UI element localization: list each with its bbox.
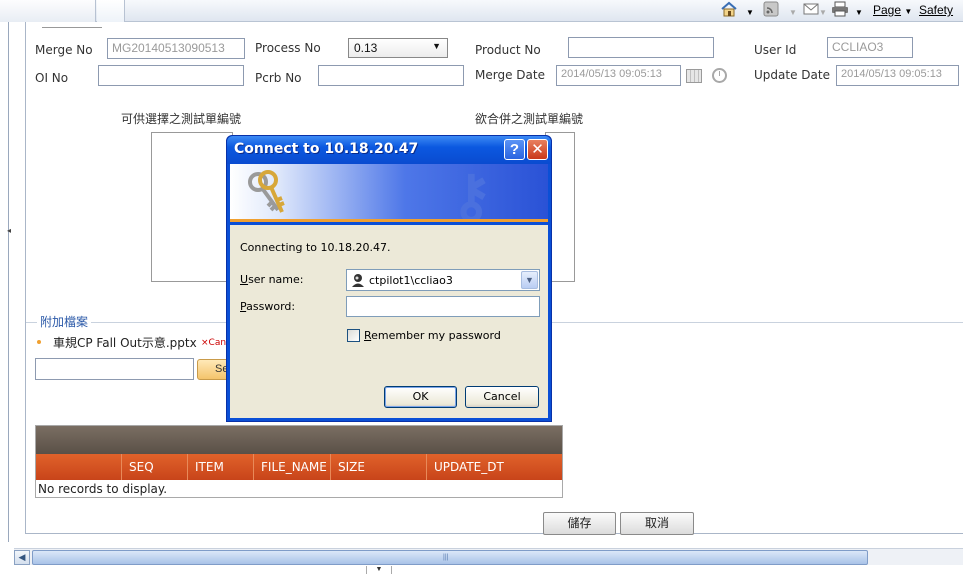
merge-date-field[interactable]: 2014/05/13 09:05:13 xyxy=(556,65,681,86)
page-menu-label: Page xyxy=(873,3,902,17)
dialog-title-bar[interactable]: Connect to 10.18.20.47 ? ✕ xyxy=(227,136,551,164)
attachments-title: 附加檔案 xyxy=(37,313,92,330)
collapse-handle-icon[interactable]: ◂ xyxy=(7,226,13,240)
mail-icon[interactable] xyxy=(803,1,819,19)
home-dropdown-icon[interactable]: ▼ xyxy=(746,4,754,22)
splitter-icon[interactable]: ▼ xyxy=(366,566,392,574)
available-list-label: 可供選擇之測試單編號 xyxy=(121,112,242,126)
scrollbar-thumb[interactable]: ||| xyxy=(32,550,868,565)
scroll-left-icon[interactable]: ◀ xyxy=(14,550,30,565)
pcrb-no-label: Pcrb No xyxy=(255,71,302,85)
col-header-size[interactable]: SIZE xyxy=(331,454,427,480)
merge-no-label: Merge No xyxy=(35,43,93,57)
process-no-label: Process No xyxy=(255,41,321,55)
process-no-value: 0.13 xyxy=(354,41,378,55)
clock-icon[interactable] xyxy=(712,68,727,83)
merge-date-label: Merge Date xyxy=(475,68,545,82)
col-header-update-dt[interactable]: UPDATE_DT xyxy=(427,454,562,480)
oi-no-field[interactable] xyxy=(98,65,244,86)
username-dropdown-icon[interactable]: ▼ xyxy=(521,271,538,289)
grid-empty-message: No records to display. xyxy=(38,482,168,496)
col-header-item[interactable]: ITEM xyxy=(188,454,254,480)
grid-column-headers: SEQ ITEM FILE_NAME SIZE UPDATE_DT xyxy=(36,454,562,480)
page-menu[interactable]: Page ▼ xyxy=(873,1,912,19)
grip-icon: ||| xyxy=(443,554,449,561)
fieldset-legend-remnant xyxy=(42,22,102,28)
username-combobox[interactable]: ctpilot1\ccliao3 ▼ xyxy=(346,269,540,291)
new-tab-button[interactable] xyxy=(97,0,125,22)
user-id-label: User Id xyxy=(754,43,797,57)
close-icon[interactable]: ✕ xyxy=(527,139,548,160)
dialog-banner: ⚷ xyxy=(230,164,548,222)
print-icon[interactable] xyxy=(831,1,849,19)
user-avatar-icon xyxy=(352,274,364,287)
bullet-icon xyxy=(37,340,41,344)
username-label: User name: xyxy=(240,273,304,286)
product-no-label: Product No xyxy=(475,43,541,57)
col-header-seq[interactable]: SEQ xyxy=(122,454,188,480)
process-no-select[interactable]: 0.13 ▼ xyxy=(348,38,448,58)
feeds-icon[interactable] xyxy=(763,1,779,19)
col-header-file-name[interactable]: FILE_NAME xyxy=(254,454,331,480)
merge-no-field[interactable]: MG20140513090513 xyxy=(107,38,245,59)
browser-tab[interactable] xyxy=(0,0,96,22)
dropdown-arrow-icon: ▼ xyxy=(432,41,441,51)
available-test-list[interactable] xyxy=(151,132,233,282)
safety-menu[interactable]: Safety ▼ xyxy=(919,1,963,34)
ok-button[interactable]: OK xyxy=(384,386,457,408)
connecting-message: Connecting to 10.18.20.47. xyxy=(240,241,391,254)
connect-dialog: Connect to 10.18.20.47 ? ✕ ⚷ Connecting … xyxy=(226,135,552,422)
home-icon[interactable] xyxy=(720,1,738,19)
keys-icon xyxy=(248,170,285,213)
mail-dropdown-icon[interactable]: ▼ xyxy=(819,4,827,22)
remember-password-label[interactable]: Remember my password xyxy=(364,329,501,342)
calendar-icon[interactable] xyxy=(686,69,702,83)
print-dropdown-icon[interactable]: ▼ xyxy=(855,4,863,22)
update-date-field[interactable]: 2014/05/13 09:05:13 xyxy=(836,65,959,86)
feeds-dropdown-icon[interactable]: ▼ xyxy=(789,4,797,22)
user-id-field[interactable]: CCLIAO3 xyxy=(827,37,913,58)
pcrb-no-field[interactable] xyxy=(318,65,464,86)
attachments-grid: SEQ ITEM FILE_NAME SIZE UPDATE_DT No rec… xyxy=(35,425,563,498)
browser-command-bar: ▼ ▼ ▼ ▼ Page ▼ Safety ▼ xyxy=(0,0,963,34)
dialog-title: Connect to 10.18.20.47 xyxy=(234,141,419,157)
dialog-body: Connecting to 10.18.20.47. User name: ct… xyxy=(230,225,548,418)
safety-menu-label: Safety xyxy=(919,3,954,17)
attached-file-link[interactable]: 車規CP Fall Out示意.pptx xyxy=(53,334,197,351)
password-field[interactable] xyxy=(346,296,540,317)
horizontal-scrollbar[interactable]: ◀ ||| xyxy=(14,548,963,565)
grid-group-panel xyxy=(36,426,562,454)
merge-list-label: 欲合併之測試單編號 xyxy=(475,112,584,126)
remove-file-link[interactable]: ×Can xyxy=(201,338,226,348)
help-icon[interactable]: ? xyxy=(504,139,525,160)
panel-left-border xyxy=(8,22,9,542)
product-no-field[interactable] xyxy=(568,37,714,58)
oi-no-label: OI No xyxy=(35,71,69,85)
col-header-select[interactable] xyxy=(36,454,122,480)
password-label: Password: xyxy=(240,300,296,313)
cancel-button[interactable]: Cancel xyxy=(465,386,539,408)
update-date-label: Update Date xyxy=(754,68,830,82)
banner-watermark-icon: ⚷ xyxy=(450,164,493,222)
cancel-form-button[interactable]: 取消 xyxy=(620,512,694,535)
upload-file-input[interactable] xyxy=(35,358,194,380)
remember-password-checkbox[interactable] xyxy=(347,329,360,342)
save-button[interactable]: 儲存 xyxy=(543,512,616,535)
username-value: ctpilot1\ccliao3 xyxy=(369,274,453,287)
